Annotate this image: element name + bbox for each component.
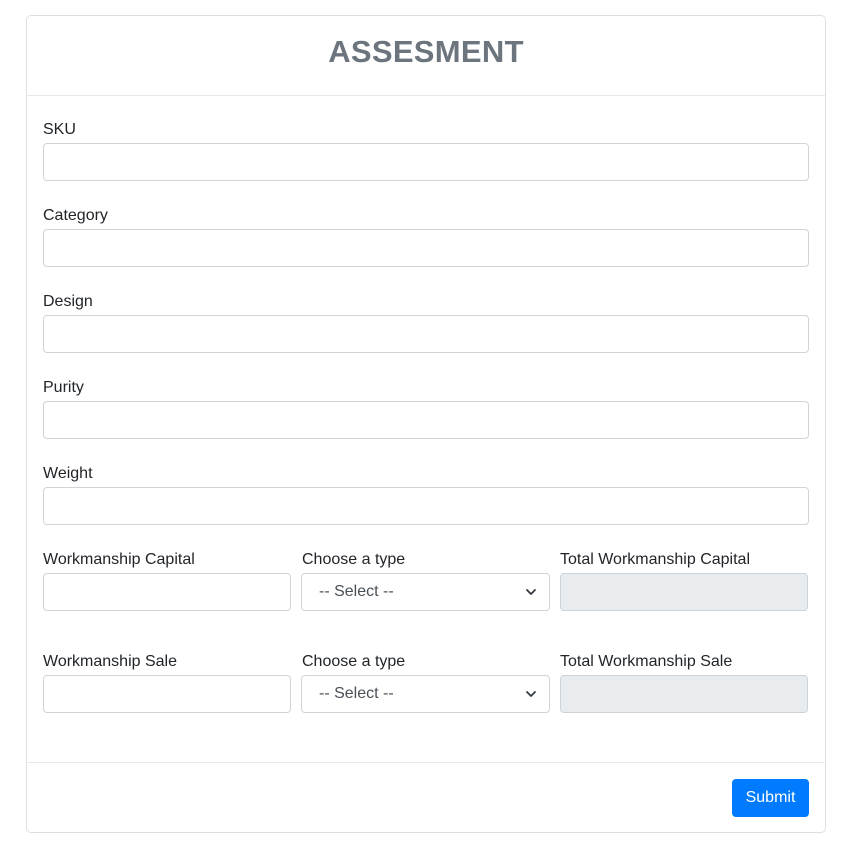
- page-title: ASSESMENT: [328, 33, 524, 69]
- category-input[interactable]: [43, 229, 809, 267]
- sku-label: SKU: [43, 121, 76, 138]
- purity-input[interactable]: [43, 401, 809, 439]
- chevron-down-icon: [526, 691, 536, 697]
- workmanship-capital-input[interactable]: [43, 573, 291, 611]
- weight-label: Weight: [43, 465, 93, 482]
- chevron-down-icon: [526, 589, 536, 595]
- design-label: Design: [43, 293, 93, 310]
- weight-input[interactable]: [43, 487, 809, 525]
- sale-type-label: Choose a type: [302, 653, 406, 670]
- workmanship-sale-input[interactable]: [43, 675, 291, 713]
- capital-type-label: Choose a type: [302, 551, 406, 568]
- sale-type-selected: -- Select --: [319, 685, 394, 702]
- card-header: ASSESMENT: [27, 16, 825, 96]
- total-capital-label: Total Workmanship Capital: [560, 551, 751, 568]
- design-input[interactable]: [43, 315, 809, 353]
- capital-type-select[interactable]: -- Select --: [301, 573, 550, 611]
- assessment-card: ASSESMENT SKU Category Design Purity Wei…: [26, 15, 826, 833]
- submit-button[interactable]: Submit: [732, 779, 809, 817]
- workmanship-sale-label: Workmanship Sale: [43, 653, 177, 670]
- card-footer: Submit: [27, 762, 825, 833]
- workmanship-capital-label: Workmanship Capital: [43, 551, 195, 568]
- purity-label: Purity: [43, 379, 84, 396]
- capital-type-selected: -- Select --: [319, 583, 394, 600]
- sku-input[interactable]: [43, 143, 809, 181]
- sale-type-select[interactable]: -- Select --: [301, 675, 550, 713]
- total-capital-input: [560, 573, 808, 611]
- total-sale-label: Total Workmanship Sale: [560, 653, 733, 670]
- total-sale-input: [560, 675, 808, 713]
- category-label: Category: [43, 207, 108, 224]
